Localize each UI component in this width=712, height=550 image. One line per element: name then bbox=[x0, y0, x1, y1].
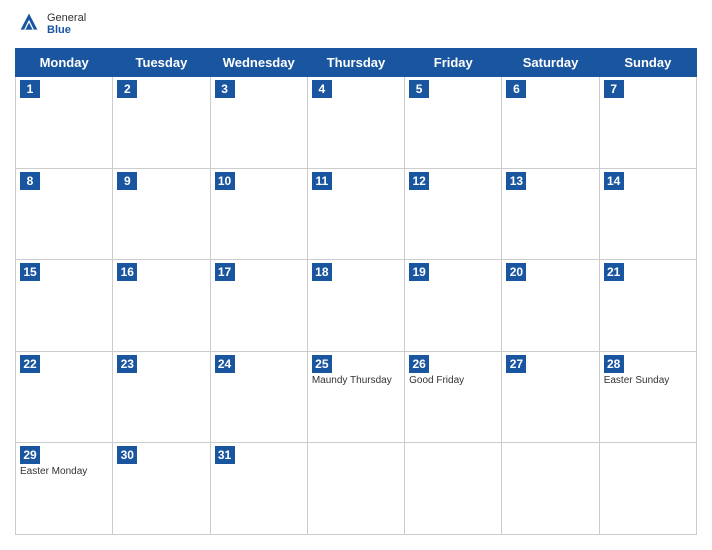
calendar-cell: 30 bbox=[113, 443, 210, 535]
calendar-cell: 26 Good Friday bbox=[405, 351, 502, 443]
week-row-1: 1 2 3 4 5 6 7 bbox=[16, 77, 697, 169]
day-number: 25 bbox=[312, 355, 332, 373]
day-number: 11 bbox=[312, 172, 332, 190]
logo: General Blue bbox=[15, 10, 86, 38]
week-row-2: 8 9 10 11 12 13 14 bbox=[16, 168, 697, 260]
calendar-cell: 4 bbox=[307, 77, 404, 169]
weekday-header-tuesday: Tuesday bbox=[113, 49, 210, 77]
day-number: 5 bbox=[409, 80, 429, 98]
calendar-cell: 10 bbox=[210, 168, 307, 260]
calendar-cell: 5 bbox=[405, 77, 502, 169]
day-number: 21 bbox=[604, 263, 624, 281]
weekday-header-wednesday: Wednesday bbox=[210, 49, 307, 77]
day-number: 4 bbox=[312, 80, 332, 98]
calendar-cell: 2 bbox=[113, 77, 210, 169]
calendar-cell bbox=[599, 443, 696, 535]
weekday-header-monday: Monday bbox=[16, 49, 113, 77]
holiday-label: Good Friday bbox=[409, 375, 497, 386]
calendar-cell: 24 bbox=[210, 351, 307, 443]
weekday-header-friday: Friday bbox=[405, 49, 502, 77]
calendar-table: MondayTuesdayWednesdayThursdayFridaySatu… bbox=[15, 48, 697, 535]
weekday-header-sunday: Sunday bbox=[599, 49, 696, 77]
calendar-cell: 21 bbox=[599, 260, 696, 352]
day-number: 14 bbox=[604, 172, 624, 190]
calendar-cell: 18 bbox=[307, 260, 404, 352]
day-number: 6 bbox=[506, 80, 526, 98]
calendar-cell: 6 bbox=[502, 77, 599, 169]
holiday-label: Easter Sunday bbox=[604, 375, 692, 386]
calendar-cell: 8 bbox=[16, 168, 113, 260]
calendar-cell: 27 bbox=[502, 351, 599, 443]
calendar-cell: 28 Easter Sunday bbox=[599, 351, 696, 443]
calendar-cell: 22 bbox=[16, 351, 113, 443]
logo-icon bbox=[15, 10, 43, 38]
calendar-cell: 20 bbox=[502, 260, 599, 352]
day-number: 2 bbox=[117, 80, 137, 98]
calendar-cell: 31 bbox=[210, 443, 307, 535]
calendar-cell: 17 bbox=[210, 260, 307, 352]
day-number: 29 bbox=[20, 446, 40, 464]
day-number: 16 bbox=[117, 263, 137, 281]
day-number: 27 bbox=[506, 355, 526, 373]
day-number: 24 bbox=[215, 355, 235, 373]
day-number: 3 bbox=[215, 80, 235, 98]
day-number: 28 bbox=[604, 355, 624, 373]
calendar-cell: 3 bbox=[210, 77, 307, 169]
week-row-3: 15 16 17 18 19 20 21 bbox=[16, 260, 697, 352]
day-number: 1 bbox=[20, 80, 40, 98]
calendar-cell: 12 bbox=[405, 168, 502, 260]
logo-blue: Blue bbox=[47, 24, 86, 36]
calendar-cell bbox=[502, 443, 599, 535]
weekday-header-row: MondayTuesdayWednesdayThursdayFridaySatu… bbox=[16, 49, 697, 77]
weekday-header-thursday: Thursday bbox=[307, 49, 404, 77]
calendar-cell: 9 bbox=[113, 168, 210, 260]
day-number: 26 bbox=[409, 355, 429, 373]
day-number: 30 bbox=[117, 446, 137, 464]
calendar-cell: 25 Maundy Thursday bbox=[307, 351, 404, 443]
calendar-cell: 15 bbox=[16, 260, 113, 352]
calendar-cell: 29 Easter Monday bbox=[16, 443, 113, 535]
day-number: 20 bbox=[506, 263, 526, 281]
day-number: 9 bbox=[117, 172, 137, 190]
calendar-cell: 1 bbox=[16, 77, 113, 169]
day-number: 10 bbox=[215, 172, 235, 190]
calendar-cell: 19 bbox=[405, 260, 502, 352]
day-number: 23 bbox=[117, 355, 137, 373]
week-row-5: 29 Easter Monday 30 31 bbox=[16, 443, 697, 535]
day-number: 8 bbox=[20, 172, 40, 190]
day-number: 18 bbox=[312, 263, 332, 281]
week-row-4: 22 23 24 25 Maundy Thursday 26 Good Friday 27 28… bbox=[16, 351, 697, 443]
calendar-header: General Blue bbox=[15, 10, 697, 38]
day-number: 22 bbox=[20, 355, 40, 373]
calendar-cell bbox=[307, 443, 404, 535]
logo-general: General bbox=[47, 12, 86, 24]
calendar-cell bbox=[405, 443, 502, 535]
day-number: 12 bbox=[409, 172, 429, 190]
day-number: 7 bbox=[604, 80, 624, 98]
calendar-cell: 23 bbox=[113, 351, 210, 443]
day-number: 31 bbox=[215, 446, 235, 464]
day-number: 17 bbox=[215, 263, 235, 281]
day-number: 15 bbox=[20, 263, 40, 281]
calendar-cell: 13 bbox=[502, 168, 599, 260]
calendar-cell: 16 bbox=[113, 260, 210, 352]
holiday-label: Maundy Thursday bbox=[312, 375, 400, 386]
weekday-header-saturday: Saturday bbox=[502, 49, 599, 77]
holiday-label: Easter Monday bbox=[20, 466, 108, 477]
calendar-cell: 7 bbox=[599, 77, 696, 169]
day-number: 13 bbox=[506, 172, 526, 190]
calendar-cell: 14 bbox=[599, 168, 696, 260]
day-number: 19 bbox=[409, 263, 429, 281]
calendar-cell: 11 bbox=[307, 168, 404, 260]
